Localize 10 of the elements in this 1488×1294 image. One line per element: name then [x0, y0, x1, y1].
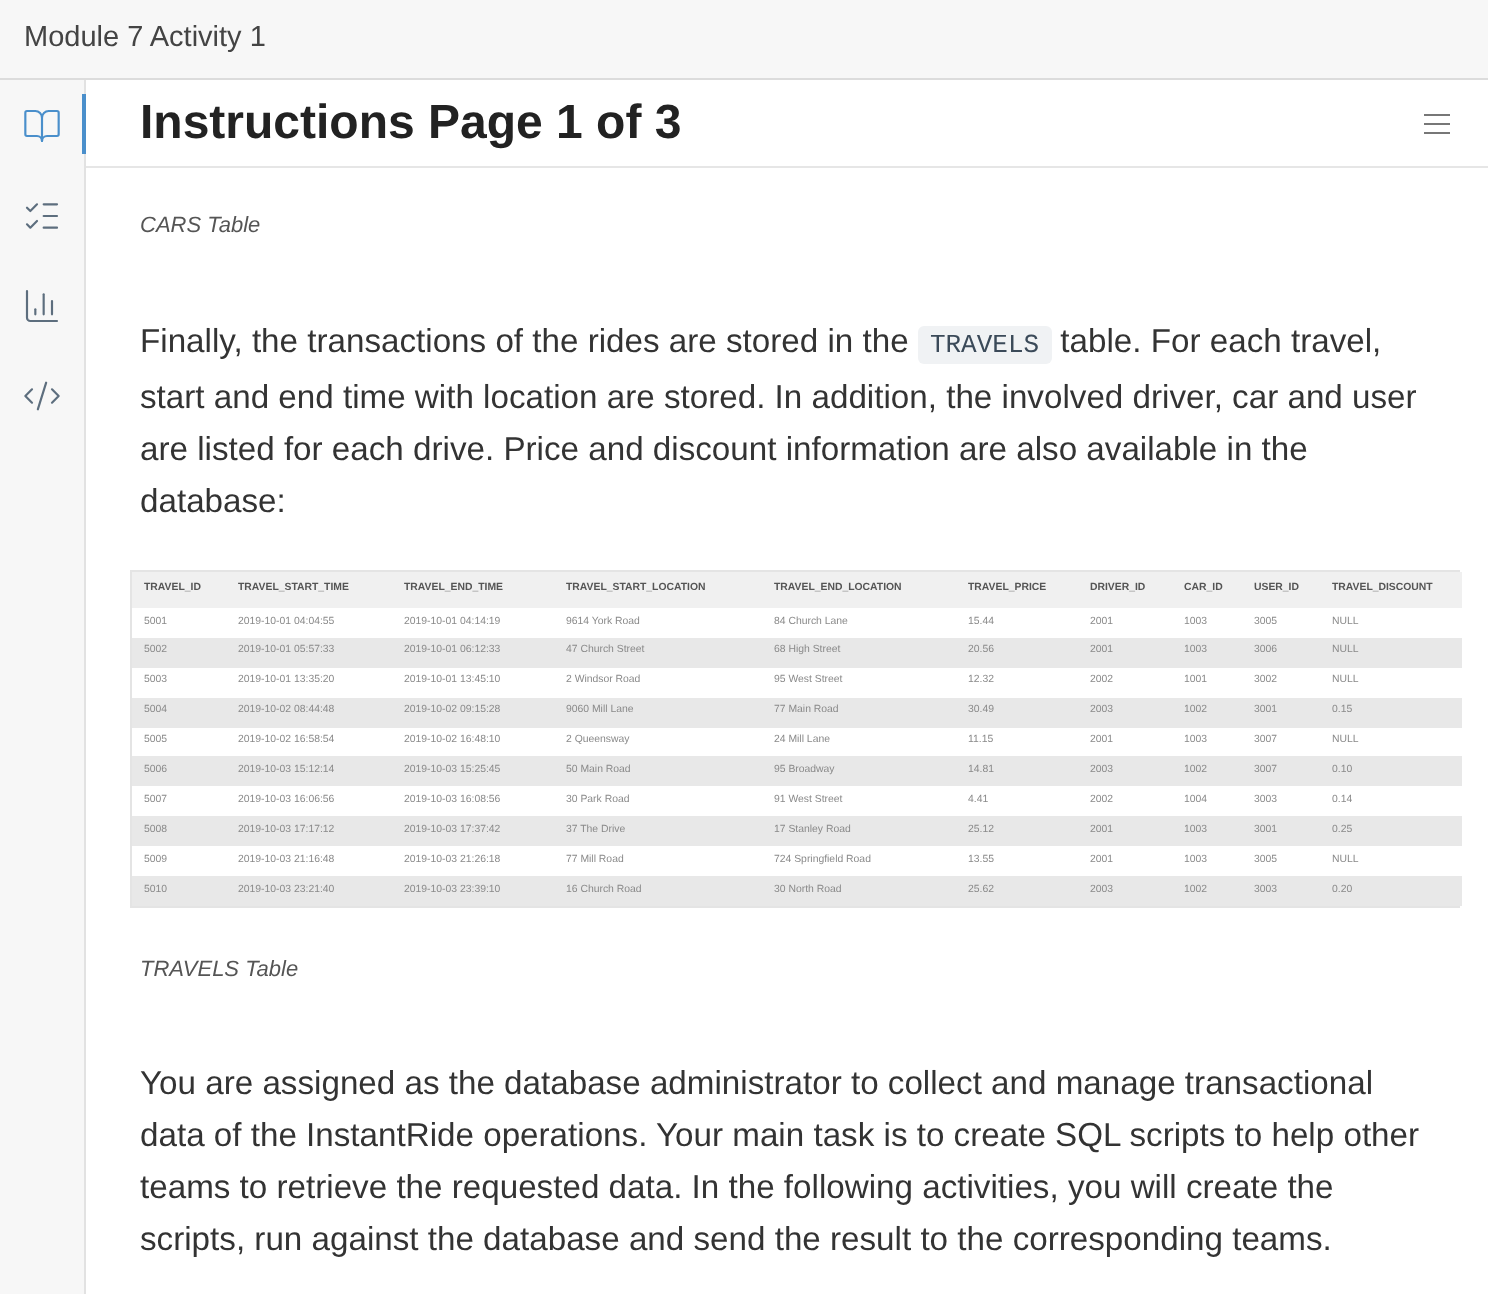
selection-indicator [82, 94, 86, 154]
page-title: Instructions Page 1 of 3 [140, 93, 682, 153]
menu-icon [1423, 113, 1449, 133]
book-icon [22, 105, 62, 145]
table-caption: TRAVELS Table [140, 955, 301, 984]
paragraph: Finally, the transactions of the rides are stored in the TRAVELS table. For each travel, start and end time with location are stored. In addition, the involved driver, car and user are listed for each drive. Price and discount information are also available in the database: [140, 320, 1419, 524]
paragraph: You are assigned as the database administrator to collect and manage transactional data of the InstantRide operations. Your main task is to create SQL scripts to help other teams to retrieve the requested data. In the following activities, you will create the scripts, run against the database and send the result to the corresponding teams. [140, 1061, 1422, 1262]
bar-chart-icon [22, 285, 62, 325]
table-caption: CARS Table [140, 212, 263, 240]
module-title: Module 7 Activity 1 [24, 19, 266, 58]
